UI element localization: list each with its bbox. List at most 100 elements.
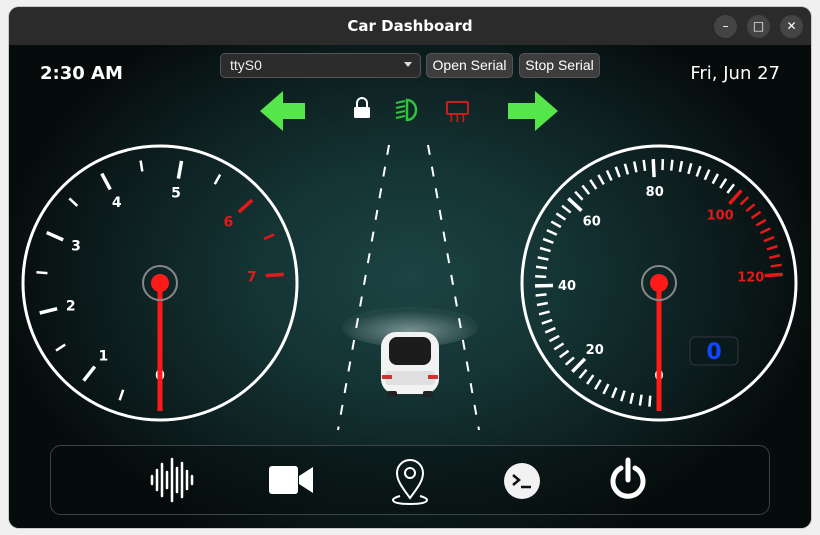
speedometer-tick (764, 272, 783, 278)
tachometer-tick (265, 272, 284, 278)
maximize-button[interactable]: □ (747, 15, 770, 38)
tachometer-label: 6 (223, 214, 233, 230)
speedometer-tick (611, 387, 618, 399)
speedometer-tick (759, 227, 771, 235)
speedometer-tick (597, 174, 605, 186)
left-turn-icon (260, 91, 305, 131)
minimize-button[interactable]: – (714, 15, 737, 38)
speedometer-tick (620, 390, 626, 402)
speedometer-tick (535, 265, 548, 270)
speedometer-tick (602, 383, 610, 395)
tachometer-tick (46, 230, 64, 242)
speedometer-label: 20 (586, 343, 604, 358)
tachometer-label: 5 (171, 185, 181, 201)
speedometer-tick (578, 368, 588, 379)
bottom-bar (50, 445, 770, 515)
speedometer-tick (574, 190, 584, 201)
speedometer-hub (650, 274, 668, 292)
open-serial-button[interactable]: Open Serial (426, 53, 513, 78)
speedometer-tick (535, 293, 547, 297)
close-button[interactable]: ✕ (780, 15, 803, 38)
lane-line-left (337, 144, 390, 431)
speedometer-tick (594, 379, 602, 390)
tachometer-tick (213, 173, 222, 185)
tachometer-tick (176, 160, 184, 179)
tachometer-tick (82, 365, 97, 382)
clock: 2:30 AM (40, 63, 123, 84)
speedometer-tick (589, 179, 598, 190)
speedometer-tick (561, 204, 572, 214)
camera-icon[interactable] (269, 466, 313, 494)
tachometer-tick (118, 389, 125, 401)
tachometer-label: 1 (98, 348, 108, 364)
speedometer-tick (546, 228, 558, 236)
speedometer-label: 60 (583, 214, 601, 229)
speedometer-tick (648, 395, 652, 407)
speedometer-tick (678, 160, 684, 173)
tachometer-label: 4 (112, 195, 122, 211)
speedometer-tick (614, 166, 621, 178)
tachometer-tick (68, 197, 79, 207)
headlight-icon (395, 98, 418, 122)
speedometer-tick (728, 189, 743, 205)
speedometer-tick (768, 254, 781, 260)
speedometer-tick (695, 165, 702, 177)
speedometer-tick (711, 173, 720, 185)
tachometer-label: 7 (247, 270, 257, 286)
speedometer-tick (642, 159, 647, 172)
speedometer-tick (755, 218, 767, 227)
speedometer-tick (739, 196, 750, 206)
tachometer-tick (237, 198, 254, 214)
speedometer-tick (564, 356, 575, 366)
speedometer-tick (544, 326, 556, 334)
serial-port-value: ttyS0 (230, 57, 262, 73)
speedometer-tick (571, 357, 587, 373)
tachometer-tick (55, 343, 66, 352)
tachometer-tick (100, 172, 112, 191)
tachometer-tick (36, 270, 48, 275)
speedometer-tick (687, 162, 693, 175)
speedometer-tick (719, 178, 728, 189)
speedometer-tick (586, 374, 595, 385)
power-icon[interactable] (610, 457, 646, 499)
speedometer-label: 100 (707, 208, 734, 223)
speedometer-tick (550, 220, 562, 229)
speedometer: 0 20 40 60 80 100 120 (520, 144, 798, 422)
speedometer-tick (763, 235, 775, 243)
speedometer-tick (567, 197, 583, 212)
tachometer-tick (139, 160, 144, 172)
speedometer-tick (605, 169, 613, 181)
speedometer-tick (538, 310, 550, 316)
speedometer-tick (555, 212, 567, 221)
speedometer-tick (541, 318, 553, 325)
speedometer-tick (537, 256, 549, 261)
date: Fri, Jun 27 (690, 63, 780, 84)
lock-icon (354, 97, 370, 118)
speedometer-tick (535, 275, 547, 279)
speedometer-label: 80 (646, 185, 664, 200)
speedometer-tick (623, 163, 630, 175)
window-title: Car Dashboard (347, 17, 473, 35)
car-icon (381, 332, 439, 397)
voice-wave-icon[interactable] (150, 457, 194, 503)
tachometer-tick (39, 306, 58, 315)
terminal-icon[interactable] (504, 463, 540, 499)
title-bar: Car Dashboard – □ ✕ (9, 7, 811, 45)
speedometer-tick (548, 334, 560, 343)
tachometer-label: 2 (66, 298, 76, 314)
speedometer-label: 120 (737, 271, 764, 286)
speedometer-tick (581, 184, 591, 195)
digital-speed: 0 (706, 340, 721, 365)
tachometer: 01234567 (21, 144, 299, 422)
chevron-down-icon (404, 62, 412, 67)
location-pin-icon[interactable] (391, 459, 429, 506)
speedometer-tick (629, 392, 635, 404)
tachometer-tick (263, 233, 275, 240)
stop-serial-button[interactable]: Stop Serial (519, 53, 600, 78)
dashboard: 01234567 020406080100120 0 2:30 AM Fri, … (9, 45, 811, 528)
speedometer-tick (750, 210, 762, 220)
serial-port-select[interactable]: ttyS0 (220, 53, 421, 78)
speedometer-label: 40 (558, 279, 576, 294)
speedometer-tick (766, 244, 778, 251)
speedometer-tick (669, 159, 674, 171)
